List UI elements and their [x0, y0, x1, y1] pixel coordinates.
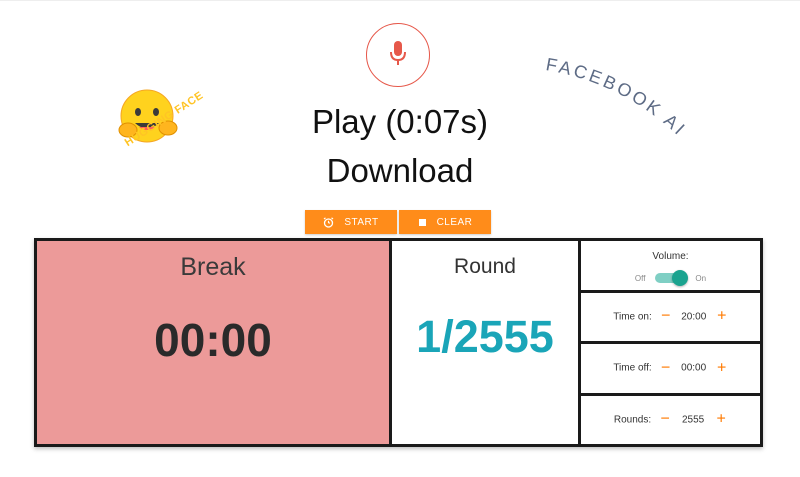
time-off-setting: Time off: − 00:00 +: [581, 344, 760, 396]
rounds-label: Rounds:: [613, 414, 652, 426]
volume-on-label: On: [695, 273, 707, 283]
play-link[interactable]: Play (0:07s): [0, 103, 800, 141]
rounds-decrement-button[interactable]: −: [659, 411, 671, 427]
volume-off-label: Off: [634, 273, 646, 283]
rounds-value: 2555: [682, 414, 705, 426]
time-off-decrement-button[interactable]: −: [660, 360, 672, 376]
time-on-value: 20:00: [681, 311, 707, 323]
time-on-increment-button[interactable]: +: [716, 308, 728, 324]
time-on-setting: Time on: − 20:00 +: [581, 293, 760, 344]
round-panel: Round 1/2555: [392, 241, 581, 444]
time-off-value: 00:00: [681, 362, 707, 374]
time-off-increment-button[interactable]: +: [716, 360, 728, 376]
start-label: START: [344, 216, 379, 228]
rounds-setting: Rounds: − 2555 +: [581, 396, 760, 445]
settings-panel: Volume: Off On Time on: − 20:00 + Time o…: [581, 241, 760, 444]
start-button[interactable]: START: [305, 210, 397, 234]
phase-label: Break: [180, 253, 246, 281]
round-counter: 1/2555: [416, 311, 554, 362]
volume-toggle[interactable]: [655, 270, 689, 286]
stop-square-icon: [418, 218, 427, 227]
volume-label: Volume:: [652, 251, 689, 262]
timer-board: Break 00:00 Round 1/2555 Volume: Off On …: [34, 238, 763, 447]
download-link[interactable]: Download: [0, 152, 800, 190]
toggle-knob: [672, 270, 689, 286]
break-panel: Break 00:00: [37, 241, 392, 444]
time-on-decrement-button[interactable]: −: [660, 308, 672, 324]
microphone-icon: [389, 40, 407, 71]
clear-button[interactable]: CLEAR: [399, 210, 491, 234]
rounds-increment-button[interactable]: +: [715, 411, 727, 427]
microphone-button[interactable]: [366, 23, 430, 87]
time-on-label: Time on:: [613, 311, 652, 323]
alarm-clock-icon: [323, 216, 334, 228]
countdown-display: 00:00: [154, 314, 272, 366]
time-off-label: Time off:: [613, 362, 652, 374]
clear-label: CLEAR: [436, 216, 473, 228]
round-label: Round: [454, 255, 516, 278]
top-divider: [0, 0, 800, 1]
volume-setting: Volume: Off On: [581, 241, 760, 293]
